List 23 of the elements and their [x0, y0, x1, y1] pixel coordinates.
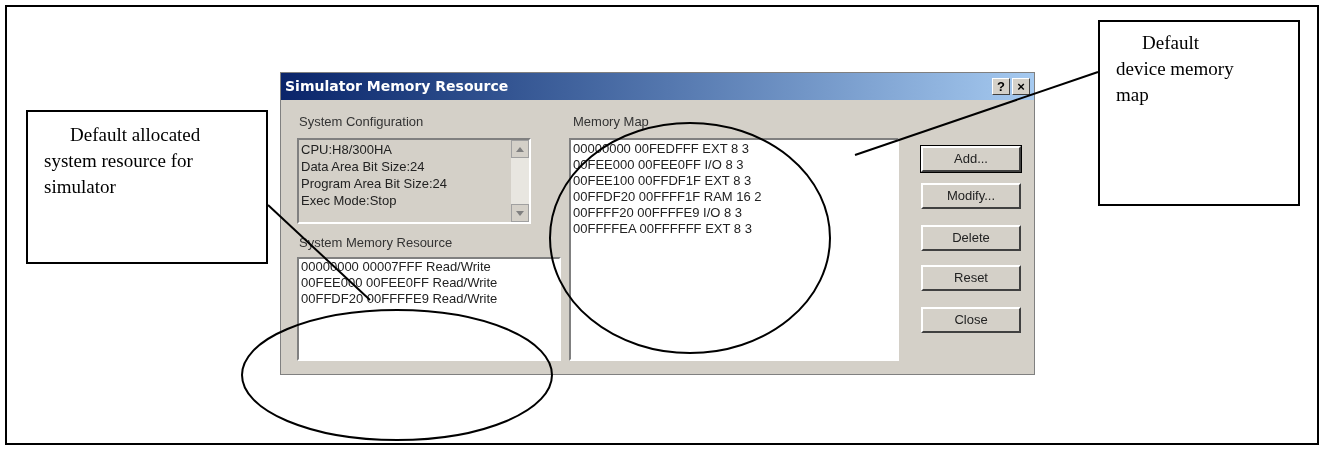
- dialog-button[interactable]: Modify...: [921, 183, 1021, 209]
- dialog-button[interactable]: Delete: [921, 225, 1021, 251]
- list-item[interactable]: 00FEE100 00FFDF1F EXT 8 3: [573, 173, 897, 189]
- list-item[interactable]: 00FFFF20 00FFFFE9 I/O 8 3: [573, 205, 897, 221]
- list-item[interactable]: 00FFDF20 00FFFF1F RAM 16 2: [573, 189, 897, 205]
- dialog-button[interactable]: Add...: [921, 146, 1021, 172]
- callout-text: Default allocated system resource for simulator: [44, 123, 202, 199]
- scroll-up-icon[interactable]: [511, 140, 529, 158]
- help-button[interactable]: ?: [992, 78, 1010, 95]
- section-label: System Configuration: [299, 113, 424, 131]
- callout-text: Default device memory map: [1116, 31, 1235, 107]
- close-button[interactable]: ×: [1012, 78, 1030, 95]
- list-item[interactable]: 00FFDF20 00FFFFE9 Read/Write: [301, 291, 559, 307]
- window-title: Simulator Memory Resource: [285, 77, 509, 96]
- list-item[interactable]: 00FFFFEA 00FFFFFF EXT 8 3: [573, 221, 897, 237]
- list-item: Program Area Bit Size:24: [301, 175, 448, 192]
- scroll-down-icon[interactable]: [511, 204, 529, 222]
- list-item: CPU:H8/300HA: [301, 141, 394, 158]
- list-item: Exec Mode:Stop: [301, 192, 398, 209]
- list-item: Data Area Bit Size:24: [301, 158, 426, 175]
- section-label: Memory Map: [573, 113, 649, 131]
- dialog-button[interactable]: Close: [921, 307, 1021, 333]
- dialog-button[interactable]: Reset: [921, 265, 1021, 291]
